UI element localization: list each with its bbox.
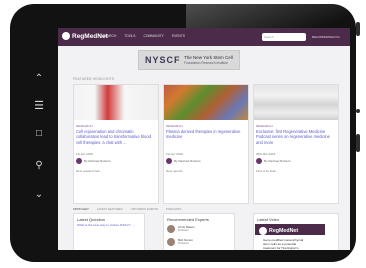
tab-podcasts[interactable]: PODCASTS <box>166 207 181 211</box>
card-tag: RESEARCH <box>256 124 273 128</box>
logo-mark-icon <box>259 227 267 235</box>
card-excerpt: New research led... <box>76 169 102 173</box>
question-text[interactable]: What is the best way to culture iPSCs? .… <box>77 223 137 227</box>
panel-title: Latest Question <box>77 217 106 222</box>
main-menu: RESEARCH TOOLS COMMUNITY EVENTS <box>98 34 185 38</box>
video-brand-name: RegMedNet <box>269 228 299 234</box>
section-tabs: SPOTLIGHT LATEST FEATURES UPCOMING EVENT… <box>73 207 181 211</box>
author-avatar <box>166 158 172 164</box>
logo-mark-icon <box>62 32 70 40</box>
featured-card-3[interactable]: RESEARCH Exclusive: first Regenerative M… <box>253 84 339 204</box>
featured-card-1[interactable]: RESEARCH Cell rejuvenation and chromatin… <box>73 84 159 204</box>
video-header: RegMedNet <box>255 224 325 235</box>
featured-title: FEATURED HIGHLIGHTS <box>73 77 115 81</box>
tab-spotlight[interactable]: SPOTLIGHT <box>73 207 89 211</box>
panel-title: Recommended Experts <box>167 217 209 222</box>
author-avatar <box>76 158 82 164</box>
card-image-1 <box>74 85 158 120</box>
chevron-down-icon[interactable]: ⌄ <box>32 189 46 200</box>
menu-item-tools[interactable]: TOOLS <box>124 34 135 38</box>
card-title[interactable]: Exclusive: first Regenerative Medicine P… <box>256 129 334 145</box>
search-icon[interactable]: ⚲ <box>32 160 46 171</box>
register-link[interactable]: REGISTER <box>312 35 328 39</box>
tab-latest-features[interactable]: LATEST FEATURES <box>97 207 123 211</box>
search-input[interactable]: Search <box>262 33 306 41</box>
card-image-3 <box>254 85 338 120</box>
tablet-frame: ⌃ ☰ □ ⚲ ⌄ RegMedNet RESEARCH TOOLS COMMU… <box>10 4 360 262</box>
square-window-icon[interactable]: □ <box>32 128 46 139</box>
camera-dot <box>356 109 360 113</box>
card-author: By Rachael Roberts <box>174 159 201 163</box>
card-author: By Rachael Roberts <box>84 159 111 163</box>
panel-title: Latest Video <box>257 217 280 222</box>
card-image-2 <box>164 85 248 120</box>
banner-title: The New York Stem Cell <box>184 55 233 60</box>
card-meta: 1st Apr 2019 <box>76 152 93 156</box>
card-title[interactable]: Plasma derived therapies in regenerative… <box>166 129 244 140</box>
expert-title: Professor <box>178 242 189 245</box>
latest-question-panel[interactable]: Latest Question What is the best way to … <box>73 213 145 250</box>
card-tag: RESEARCH <box>76 124 93 128</box>
card-meta: 25th Mar 2019 <box>256 152 276 156</box>
volume-button[interactable] <box>356 134 360 152</box>
recommended-experts-panel: Recommended Experts Chris Mason Professo… <box>163 213 235 250</box>
expert-avatar[interactable] <box>167 238 175 246</box>
browser-screen: RegMedNet RESEARCH TOOLS COMMUNITY EVENT… <box>58 28 350 250</box>
card-author: By Rachael Roberts <box>264 159 291 163</box>
featured-card-2[interactable]: RESEARCH Plasma derived therapies in reg… <box>163 84 249 204</box>
tab-upcoming-events[interactable]: UPCOMING EVENTS <box>131 207 158 211</box>
expert-avatar[interactable] <box>167 225 175 233</box>
video-brand-logo: RegMedNet <box>259 227 298 235</box>
card-meta: 1st Apr 2019 <box>166 152 183 156</box>
chevron-up-icon[interactable]: ⌃ <box>32 73 46 84</box>
sponsor-banner[interactable]: NYSCF The New York Stem Cell Foundation … <box>138 50 240 70</box>
video-line: treatment for Huntington's <box>263 246 299 250</box>
power-button[interactable] <box>356 22 360 36</box>
menu-icon[interactable]: ☰ <box>32 99 46 112</box>
menu-item-community[interactable]: COMMUNITY <box>143 34 163 38</box>
latest-video-panel[interactable]: Latest Video RegMedNet Gene-modified mes… <box>253 213 339 250</box>
card-excerpt: First of its kind... <box>256 169 278 173</box>
banner-subtitle: Foundation Research Institute <box>184 61 228 65</box>
menu-item-events[interactable]: EVENTS <box>172 34 185 38</box>
author-avatar <box>256 158 262 164</box>
signin-link[interactable]: SIGN IN <box>328 35 340 39</box>
site-header: RegMedNet RESEARCH TOOLS COMMUNITY EVENT… <box>58 28 350 46</box>
card-tag: RESEARCH <box>166 124 183 128</box>
card-excerpt: New reports... <box>166 169 185 173</box>
expert-title: Professor <box>178 229 189 232</box>
banner-logo: NYSCF <box>145 55 181 65</box>
card-title[interactable]: Cell rejuvenation and chromatin collabor… <box>76 129 154 145</box>
menu-item-research[interactable]: RESEARCH <box>98 34 116 38</box>
